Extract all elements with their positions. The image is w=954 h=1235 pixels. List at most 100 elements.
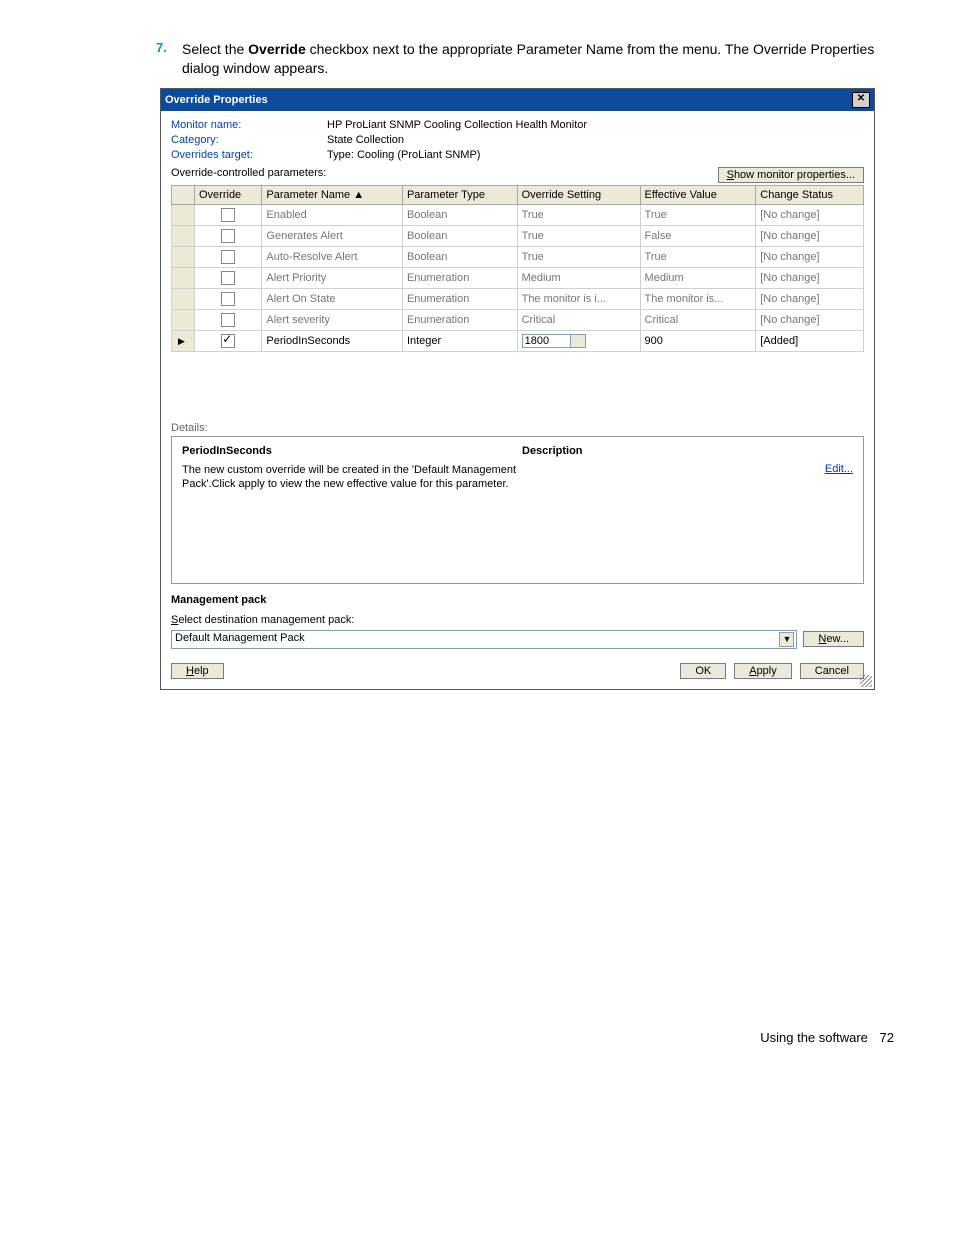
- show-monitor-properties-button[interactable]: Show monitor properties...: [718, 167, 864, 183]
- override-checkbox-cell: [195, 267, 262, 288]
- param-type-cell: Boolean: [402, 204, 517, 225]
- page-number: 72: [880, 1030, 894, 1045]
- override-setting-cell: True: [517, 246, 640, 267]
- param-type-cell: Boolean: [402, 246, 517, 267]
- col-change-status[interactable]: Change Status: [756, 185, 864, 204]
- effective-value-cell: 900: [640, 330, 756, 351]
- ok-button[interactable]: OK: [680, 663, 726, 679]
- step-number: 7.: [156, 40, 182, 78]
- new-button[interactable]: New...: [803, 631, 864, 647]
- effective-value-cell: Critical: [640, 309, 756, 330]
- apply-button[interactable]: Apply: [734, 663, 792, 679]
- override-checkbox[interactable]: [221, 334, 235, 348]
- param-type-cell: Enumeration: [402, 267, 517, 288]
- titlebar: Override Properties ✕: [161, 89, 874, 111]
- monitor-name-value: HP ProLiant SNMP Cooling Collection Heal…: [327, 119, 587, 131]
- target-label: Overrides target:: [171, 149, 327, 161]
- override-checkbox[interactable]: [221, 250, 235, 264]
- step-text: Select the Override checkbox next to the…: [182, 40, 894, 78]
- row-marker: [172, 330, 195, 351]
- table-row[interactable]: PeriodInSecondsInteger 1800 900[Added]: [172, 330, 864, 351]
- param-name-cell: Enabled: [262, 204, 403, 225]
- override-checkbox[interactable]: [221, 208, 235, 222]
- change-status-cell: [No change]: [756, 309, 864, 330]
- cancel-button[interactable]: Cancel: [800, 663, 864, 679]
- close-icon[interactable]: ✕: [852, 92, 870, 108]
- edit-link[interactable]: Edit...: [825, 463, 853, 475]
- param-type-cell: Boolean: [402, 225, 517, 246]
- details-desc-header: Description: [522, 445, 583, 457]
- param-type-cell: Enumeration: [402, 309, 517, 330]
- change-status-cell: [Added]: [756, 330, 864, 351]
- row-marker: [172, 309, 195, 330]
- col-marker: [172, 185, 195, 204]
- resize-grip-icon[interactable]: [860, 675, 872, 687]
- effective-value-cell: True: [640, 204, 756, 225]
- override-setting-cell: Critical: [517, 309, 640, 330]
- override-checkbox-cell: [195, 330, 262, 351]
- table-row[interactable]: EnabledBooleanTrueTrue[No change]: [172, 204, 864, 225]
- table-row[interactable]: Alert PriorityEnumerationMediumMedium[No…: [172, 267, 864, 288]
- table-row[interactable]: Generates AlertBooleanTrueFalse[No chang…: [172, 225, 864, 246]
- footer-text: Using the software: [760, 1030, 868, 1045]
- details-message: The new custom override will be created …: [182, 463, 522, 492]
- row-marker: [172, 225, 195, 246]
- change-status-cell: [No change]: [756, 246, 864, 267]
- help-button[interactable]: Help: [171, 663, 224, 679]
- monitor-name-label: Monitor name:: [171, 119, 327, 131]
- override-checkbox[interactable]: [221, 313, 235, 327]
- row-marker: [172, 246, 195, 267]
- table-row[interactable]: Auto-Resolve AlertBooleanTrueTrue[No cha…: [172, 246, 864, 267]
- col-parameter-type[interactable]: Parameter Type: [402, 185, 517, 204]
- dialog-title: Override Properties: [165, 94, 268, 106]
- param-type-cell: Integer: [402, 330, 517, 351]
- param-type-cell: Enumeration: [402, 288, 517, 309]
- management-pack-title: Management pack: [171, 594, 864, 606]
- override-checkbox-cell: [195, 204, 262, 225]
- override-setting-cell: True: [517, 204, 640, 225]
- change-status-cell: [No change]: [756, 267, 864, 288]
- setting-spinner[interactable]: 1800: [522, 334, 586, 348]
- override-checkbox[interactable]: [221, 271, 235, 285]
- override-checkbox[interactable]: [221, 292, 235, 306]
- details-title: PeriodInSeconds: [182, 445, 522, 457]
- override-params-label: Override-controlled parameters:: [171, 167, 326, 179]
- effective-value-cell: False: [640, 225, 756, 246]
- row-marker: [172, 204, 195, 225]
- param-name-cell: Generates Alert: [262, 225, 403, 246]
- col-effective-value[interactable]: Effective Value: [640, 185, 756, 204]
- override-setting-cell: Medium: [517, 267, 640, 288]
- table-row[interactable]: Alert On StateEnumerationThe monitor is …: [172, 288, 864, 309]
- param-name-cell: PeriodInSeconds: [262, 330, 403, 351]
- category-label: Category:: [171, 134, 327, 146]
- override-setting-cell: True: [517, 225, 640, 246]
- change-status-cell: [No change]: [756, 288, 864, 309]
- override-checkbox-cell: [195, 225, 262, 246]
- param-name-cell: Alert On State: [262, 288, 403, 309]
- col-override[interactable]: Override: [195, 185, 262, 204]
- override-properties-dialog: Override Properties ✕ Monitor name: HP P…: [160, 88, 875, 690]
- select-mgmt-pack-label: Select destination management pack:: [171, 614, 864, 626]
- override-setting-cell: The monitor is i...: [517, 288, 640, 309]
- override-checkbox[interactable]: [221, 229, 235, 243]
- param-name-cell: Auto-Resolve Alert: [262, 246, 403, 267]
- effective-value-cell: The monitor is...: [640, 288, 756, 309]
- param-name-cell: Alert Priority: [262, 267, 403, 288]
- override-checkbox-cell: [195, 246, 262, 267]
- parameters-table: Override Parameter Name ▲ Parameter Type…: [171, 185, 864, 352]
- page-footer: Using the software 72: [60, 1030, 894, 1045]
- change-status-cell: [No change]: [756, 204, 864, 225]
- table-row[interactable]: Alert severityEnumerationCriticalCritica…: [172, 309, 864, 330]
- row-marker: [172, 288, 195, 309]
- override-setting-cell[interactable]: 1800: [517, 330, 640, 351]
- param-name-cell: Alert severity: [262, 309, 403, 330]
- effective-value-cell: Medium: [640, 267, 756, 288]
- override-checkbox-cell: [195, 309, 262, 330]
- mgmt-pack-select[interactable]: Default Management Pack: [171, 630, 797, 649]
- col-override-setting[interactable]: Override Setting: [517, 185, 640, 204]
- override-checkbox-cell: [195, 288, 262, 309]
- details-label: Details:: [171, 422, 864, 434]
- instruction-step: 7. Select the Override checkbox next to …: [156, 40, 894, 78]
- col-parameter-name[interactable]: Parameter Name ▲: [262, 185, 403, 204]
- effective-value-cell: True: [640, 246, 756, 267]
